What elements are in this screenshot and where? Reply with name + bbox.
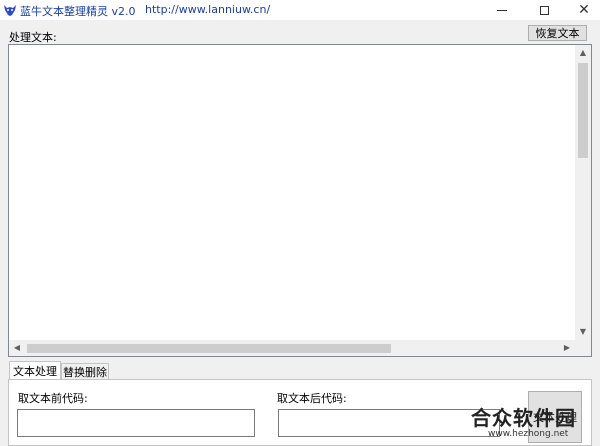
scroll-down-icon[interactable]: ▼	[575, 324, 591, 340]
window-title: 蓝牛文本整理精灵 v2.0	[20, 5, 136, 18]
tab-replace-delete[interactable]: 替换删除	[61, 363, 109, 380]
window-url: http://www.lanniuw.cn/	[145, 3, 271, 16]
restore-text-button[interactable]: 恢复文本	[528, 25, 587, 41]
minimize-icon	[497, 9, 507, 11]
vertical-scrollbar[interactable]: ▲ ▼	[575, 45, 591, 340]
close-icon: ✕	[578, 2, 590, 18]
scrollbar-corner	[575, 340, 591, 356]
horizontal-scroll-thumb[interactable]	[27, 344, 391, 353]
maximize-icon	[539, 5, 549, 15]
after-code-label: 取文本后代码:	[277, 392, 347, 405]
horizontal-scrollbar[interactable]: ◀ ▶	[9, 340, 575, 356]
scroll-left-icon[interactable]: ◀	[9, 340, 25, 356]
watermark-url: www.hezhong.net	[488, 429, 569, 439]
before-code-label: 取文本前代码:	[18, 392, 88, 405]
watermark-text: 合众软件园	[471, 406, 576, 430]
close-button[interactable]: ✕	[568, 0, 600, 20]
app-logo-icon	[4, 5, 16, 16]
scroll-right-icon[interactable]: ▶	[559, 340, 575, 356]
before-code-input[interactable]	[17, 409, 255, 437]
process-text-label: 处理文本:	[9, 31, 57, 44]
title-bar: 蓝牛文本整理精灵 v2.0 http://www.lanniuw.cn/ ✕	[0, 0, 600, 20]
after-code-input[interactable]	[278, 409, 500, 437]
maximize-button[interactable]	[528, 0, 560, 20]
minimize-button[interactable]	[486, 0, 518, 20]
main-text-area[interactable]: ▲ ▼ ◀ ▶	[8, 44, 592, 357]
scroll-up-icon[interactable]: ▲	[575, 45, 591, 61]
tab-text-processing[interactable]: 文本处理	[9, 361, 61, 380]
vertical-scroll-thumb[interactable]	[578, 63, 588, 158]
